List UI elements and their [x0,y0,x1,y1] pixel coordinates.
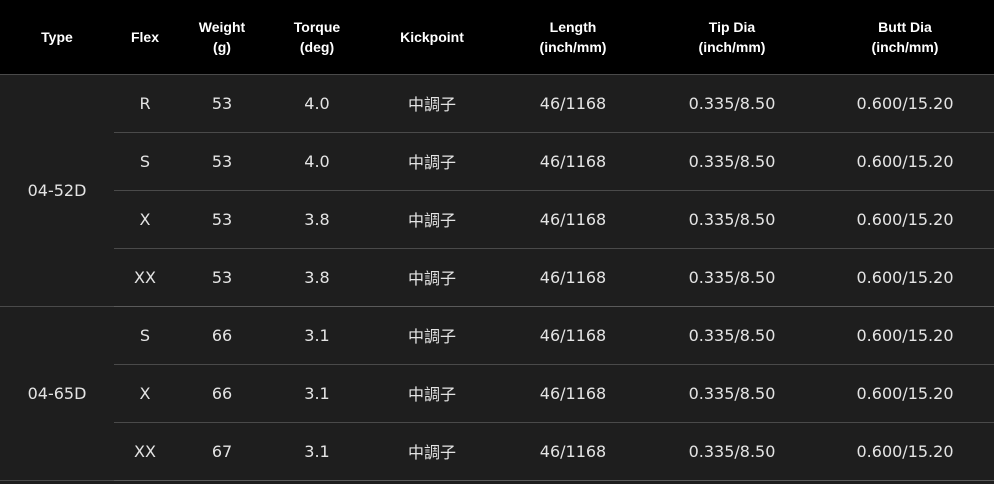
weight-cell: 67 [176,422,268,481]
table-row: XX 67 3.1 中調子 46/1168 0.335/8.50 0.600/1… [0,422,994,481]
kickpoint-cell: 中調子 [366,422,498,481]
torque-cell: 4.0 [268,132,366,191]
torque-cell: 3.8 [268,190,366,249]
torque-cell: 3.8 [268,248,366,307]
torque-cell: 3.1 [268,364,366,423]
length-cell: 46/1168 [498,132,648,191]
torque-cell: 3.1 [268,422,366,481]
butt-dia-cell: 0.600/15.20 [816,73,994,133]
length-cell: 46/1168 [498,248,648,307]
kickpoint-cell: 中調子 [366,73,498,133]
butt-dia-cell: 0.600/15.20 [816,306,994,365]
torque-cell: 4.0 [268,73,366,133]
header-butt-dia: Butt Dia (inch/mm) [871,18,939,55]
spec-table: Type Flex Weight (g) Torque (deg) Kickpoin… [0,0,994,481]
tip-dia-cell: 0.335/8.50 [648,190,816,249]
tip-dia-cell: 0.335/8.50 [648,132,816,191]
flex-cell: R [114,73,176,133]
header-flex: Flex [130,28,159,45]
table-row: S 53 4.0 中調子 46/1168 0.335/8.50 0.600/15… [0,132,994,191]
length-cell: 46/1168 [498,422,648,481]
flex-cell: S [114,306,176,365]
flex-cell: S [114,132,176,191]
header-row: Type Flex Weight (g) Torque (deg) Kickpoin… [0,0,994,74]
tip-dia-cell: 0.335/8.50 [648,73,816,133]
table-header: Type Flex Weight (g) Torque (deg) Kickpoin… [0,0,994,74]
length-cell: 46/1168 [498,190,648,249]
type-cell: 04-65D [0,306,114,481]
butt-dia-cell: 0.600/15.20 [816,248,994,307]
header-type: Type [41,28,73,45]
kickpoint-cell: 中調子 [366,364,498,423]
kickpoint-cell: 中調子 [366,132,498,191]
header-tip-dia: Tip Dia (inch/mm) [698,18,766,55]
tip-dia-cell: 0.335/8.50 [648,306,816,365]
table-row: X 66 3.1 中調子 46/1168 0.335/8.50 0.600/15… [0,364,994,423]
butt-dia-cell: 0.600/15.20 [816,364,994,423]
weight-cell: 53 [176,190,268,249]
torque-cell: 3.1 [268,306,366,365]
butt-dia-cell: 0.600/15.20 [816,132,994,191]
tip-dia-cell: 0.335/8.50 [648,422,816,481]
flex-cell: XX [114,248,176,307]
type-cell: 04-52D [0,73,114,307]
weight-cell: 66 [176,306,268,365]
length-cell: 46/1168 [498,73,648,133]
kickpoint-cell: 中調子 [366,306,498,365]
flex-cell: XX [114,422,176,481]
table-row: XX 53 3.8 中調子 46/1168 0.335/8.50 0.600/1… [0,248,994,307]
tip-dia-cell: 0.335/8.50 [648,364,816,423]
kickpoint-cell: 中調子 [366,190,498,249]
flex-cell: X [114,190,176,249]
tip-dia-cell: 0.335/8.50 [648,248,816,307]
table-row: X 53 3.8 中調子 46/1168 0.335/8.50 0.600/15… [0,190,994,249]
table-row: 04-65D S 66 3.1 中調子 46/1168 0.335/8.50 0… [0,306,994,481]
weight-cell: 53 [176,73,268,133]
table-body: 04-52D R 53 4.0 中調子 46/1168 0.335/8.50 0… [0,73,994,481]
weight-cell: 66 [176,364,268,423]
flex-cell: X [114,364,176,423]
length-cell: 46/1168 [498,364,648,423]
table-row: 04-52D R 53 4.0 中調子 46/1168 0.335/8.50 0… [0,73,994,307]
butt-dia-cell: 0.600/15.20 [816,190,994,249]
butt-dia-cell: 0.600/15.20 [816,422,994,481]
weight-cell: 53 [176,132,268,191]
header-weight: Weight (g) [198,18,246,55]
header-kickpoint: Kickpoint [400,28,464,45]
length-cell: 46/1168 [498,306,648,365]
header-torque: Torque (deg) [293,18,341,55]
header-length: Length (inch/mm) [539,18,607,55]
kickpoint-cell: 中調子 [366,248,498,307]
weight-cell: 53 [176,248,268,307]
